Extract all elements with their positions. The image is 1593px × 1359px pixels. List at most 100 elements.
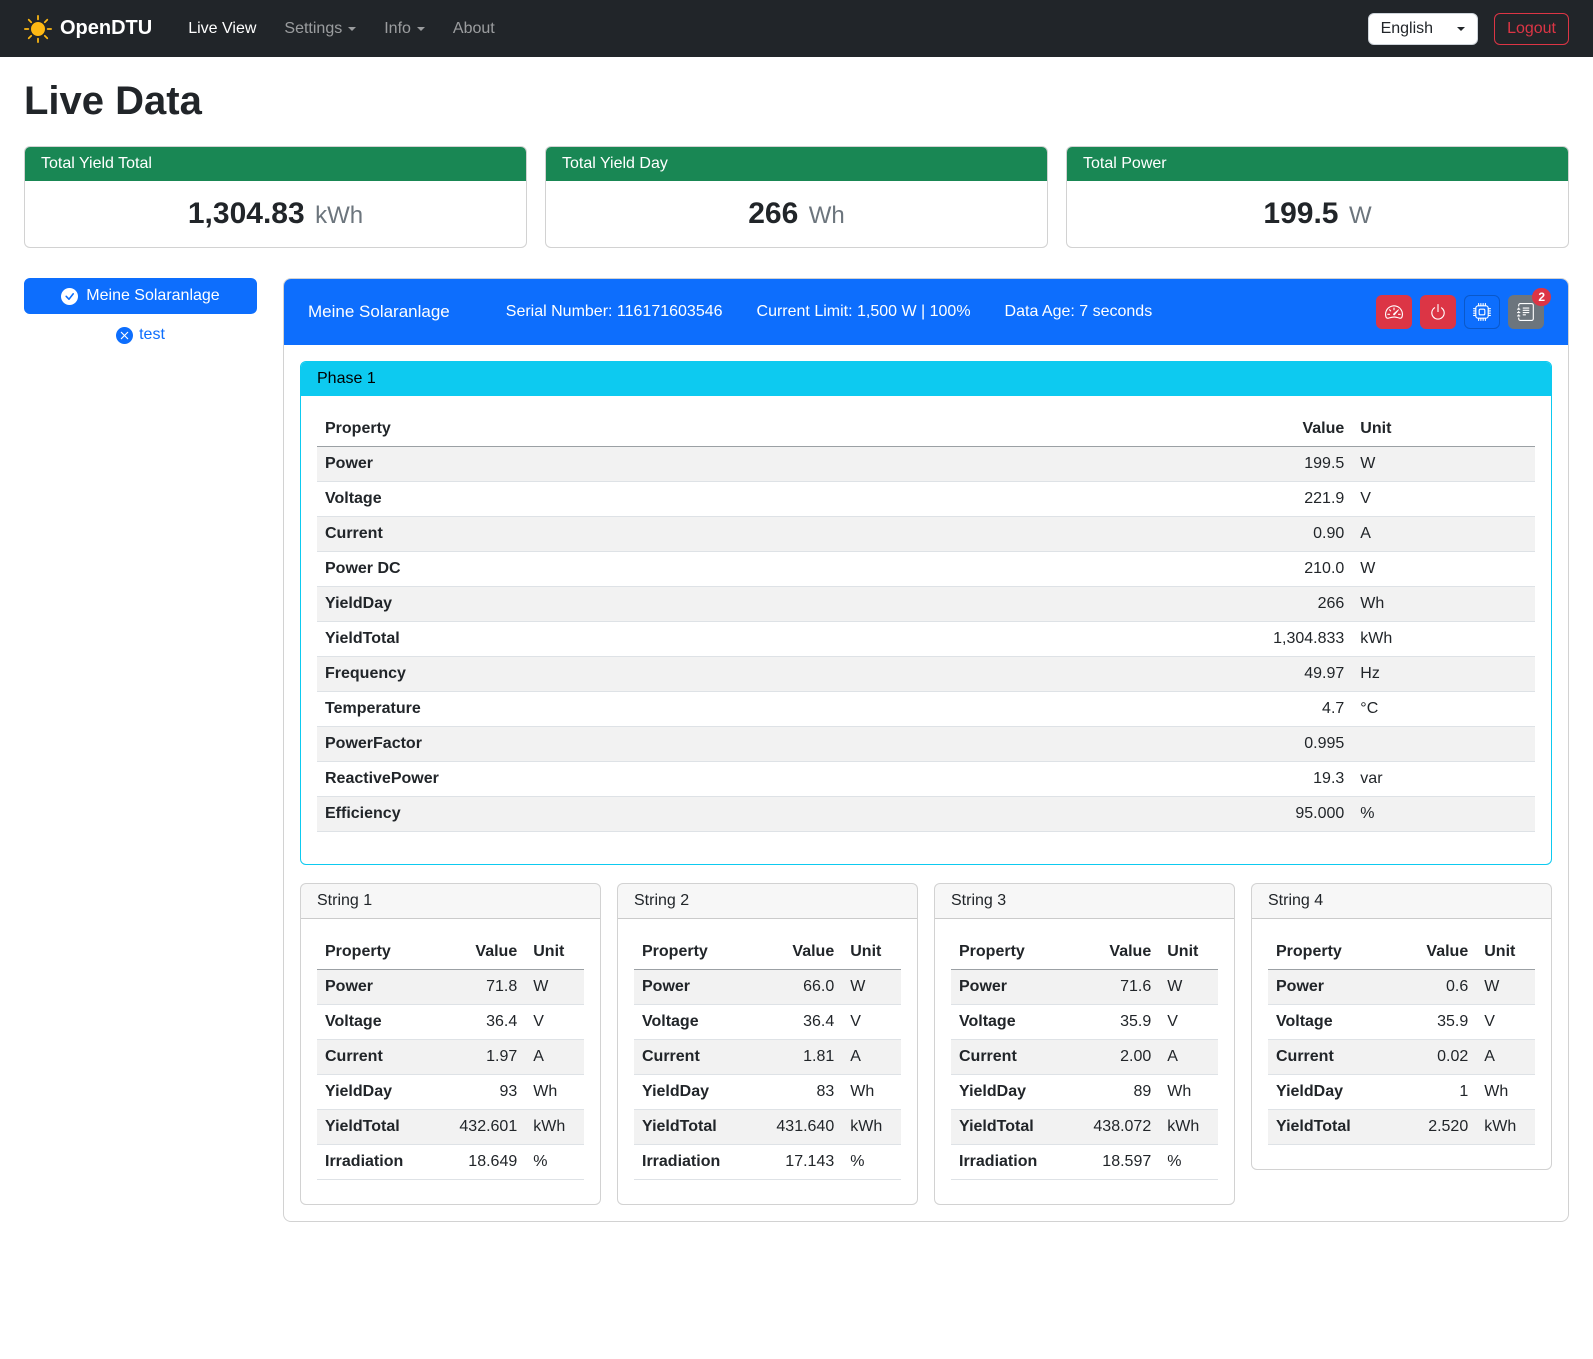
property-name: YieldTotal	[1268, 1110, 1385, 1145]
property-unit: %	[842, 1145, 901, 1180]
logout-button[interactable]: Logout	[1494, 13, 1569, 45]
property-unit: A	[1476, 1040, 1535, 1075]
property-unit: W	[1352, 552, 1535, 587]
property-value: 0.02	[1385, 1040, 1476, 1075]
property-value: 221.9	[1170, 482, 1353, 517]
string-1-table: Property Value Unit Power	[317, 935, 584, 1180]
property-value: 36.4	[434, 1005, 525, 1040]
table-row: Current 0.90 A	[317, 517, 1535, 552]
table-row: Current 1.97 A	[317, 1040, 584, 1075]
string-title: String 4	[1252, 884, 1551, 919]
property-name: Temperature	[317, 692, 1170, 727]
string-3-table: Property Value Unit Power	[951, 935, 1218, 1180]
summary-cards: Total Yield Total 1,304.83 kWh Total Yie…	[24, 146, 1569, 248]
inverter-data-age: Data Age: 7 seconds	[1005, 303, 1153, 321]
nav-settings-label: Settings	[284, 20, 342, 38]
strings-grid: String 1 Property Value Unit	[300, 883, 1552, 1205]
table-row: Voltage 36.4 V	[634, 1005, 901, 1040]
property-value: 210.0	[1170, 552, 1353, 587]
col-property: Property	[634, 935, 751, 970]
property-unit: V	[525, 1005, 584, 1040]
table-row: Power 199.5 W	[317, 447, 1535, 482]
property-unit: kWh	[525, 1110, 584, 1145]
total-power-value: 199.5	[1263, 197, 1338, 230]
string-title: String 1	[301, 884, 600, 919]
property-unit: Hz	[1352, 657, 1535, 692]
property-name: Current	[951, 1040, 1068, 1075]
property-name: Voltage	[951, 1005, 1068, 1040]
total-yield-day-value: 266	[748, 197, 798, 230]
phase-body: Property Value Unit Power	[301, 396, 1551, 864]
inverter-actions: 2	[1376, 295, 1544, 329]
power-icon	[1429, 303, 1447, 321]
page-container: Live Data Total Yield Total 1,304.83 kWh…	[0, 57, 1593, 1246]
nav-about[interactable]: About	[441, 12, 507, 46]
inverter-sidebar: Meine Solaranlage test	[24, 278, 257, 344]
col-value: Value	[434, 935, 525, 970]
string-body: Property Value Unit Power	[301, 919, 600, 1204]
nav-live-view[interactable]: Live View	[176, 12, 268, 46]
inverter-serial: Serial Number: 116171603546	[506, 303, 723, 321]
property-name: Irradiation	[317, 1145, 434, 1180]
property-unit: %	[1352, 797, 1535, 832]
property-unit	[1352, 727, 1535, 762]
property-name: Irradiation	[634, 1145, 751, 1180]
table-header-row: Property Value Unit	[634, 935, 901, 970]
string-2-card: String 2 Property Value Unit	[617, 883, 918, 1205]
property-name: Voltage	[317, 1005, 434, 1040]
selected-inverter-label: Meine Solaranlage	[86, 287, 219, 305]
nav-info[interactable]: Info	[372, 12, 437, 46]
string-body: Property Value Unit Power	[1252, 919, 1551, 1169]
property-value: 18.597	[1068, 1145, 1159, 1180]
inverter-select-test[interactable]: test	[24, 326, 257, 344]
property-value: 18.649	[434, 1145, 525, 1180]
property-value: 0.995	[1170, 727, 1353, 762]
nav-settings[interactable]: Settings	[272, 12, 368, 46]
table-header-row: Property Value Unit	[317, 412, 1535, 447]
table-row: ReactivePower 19.3 var	[317, 762, 1535, 797]
event-log-button[interactable]: 2	[1508, 295, 1544, 329]
string-body: Property Value Unit Power	[935, 919, 1234, 1204]
property-value: 83	[751, 1075, 842, 1110]
power-button[interactable]	[1420, 295, 1456, 329]
card-title: Total Power	[1067, 147, 1568, 181]
nav-right: English Logout	[1368, 13, 1569, 45]
property-value: 1.97	[434, 1040, 525, 1075]
brand[interactable]: OpenDTU	[24, 15, 152, 43]
table-row: Current 0.02 A	[1268, 1040, 1535, 1075]
table-row: Voltage 221.9 V	[317, 482, 1535, 517]
property-unit: W	[842, 970, 901, 1005]
col-value: Value	[1170, 412, 1353, 447]
property-unit: kWh	[1159, 1110, 1218, 1145]
total-yield-total-card: Total Yield Total 1,304.83 kWh	[24, 146, 527, 248]
property-unit: kWh	[842, 1110, 901, 1145]
table-header-row: Property Value Unit	[951, 935, 1218, 970]
property-unit: %	[525, 1145, 584, 1180]
table-row: Current 1.81 A	[634, 1040, 901, 1075]
language-select[interactable]: English	[1368, 13, 1478, 45]
inverter-select-button[interactable]: Meine Solaranlage	[24, 278, 257, 314]
property-unit: Wh	[525, 1075, 584, 1110]
top-navbar: OpenDTU Live View Settings Info About En…	[0, 0, 1593, 57]
col-unit: Unit	[1159, 935, 1218, 970]
property-value: 71.8	[434, 970, 525, 1005]
language-value: English	[1381, 20, 1433, 38]
table-row: YieldTotal 432.601 kWh	[317, 1110, 584, 1145]
limit-settings-button[interactable]	[1376, 295, 1412, 329]
col-property: Property	[951, 935, 1068, 970]
property-name: Power	[317, 447, 1170, 482]
property-name: Power	[634, 970, 751, 1005]
property-unit: A	[842, 1040, 901, 1075]
table-row: YieldTotal 438.072 kWh	[951, 1110, 1218, 1145]
property-value: 35.9	[1385, 1005, 1476, 1040]
property-value: 19.3	[1170, 762, 1353, 797]
table-row: Power DC 210.0 W	[317, 552, 1535, 587]
property-name: YieldTotal	[317, 622, 1170, 657]
property-unit: W	[525, 970, 584, 1005]
total-yield-day-card: Total Yield Day 266 Wh	[545, 146, 1048, 248]
device-info-button[interactable]	[1464, 295, 1500, 329]
property-unit: W	[1159, 970, 1218, 1005]
table-row: YieldTotal 1,304.833 kWh	[317, 622, 1535, 657]
table-header-row: Property Value Unit	[1268, 935, 1535, 970]
table-row: Temperature 4.7 °C	[317, 692, 1535, 727]
